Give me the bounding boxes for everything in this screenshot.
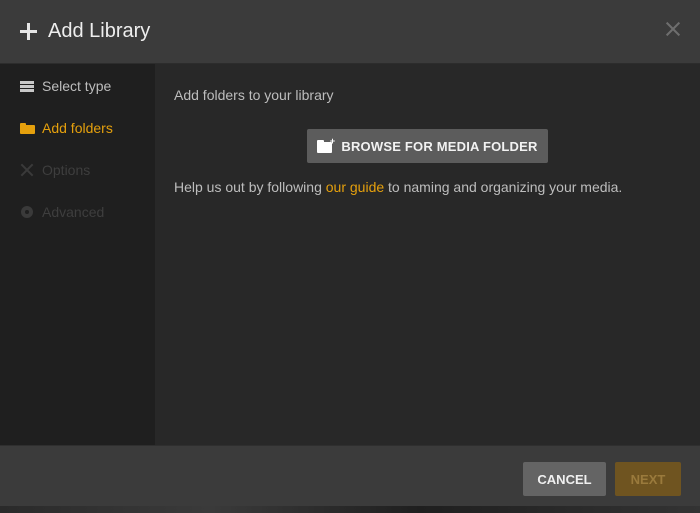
library-stack-icon xyxy=(20,79,34,93)
sidebar-item-label: Add folders xyxy=(42,120,113,136)
next-button[interactable]: NEXT xyxy=(615,462,681,496)
browse-button-label: BROWSE FOR MEDIA FOLDER xyxy=(341,138,538,154)
dialog-header: Add Library xyxy=(0,0,700,64)
folder-icon xyxy=(20,121,35,135)
main-content: Add folders to your library + BROWSE FOR… xyxy=(155,64,700,445)
sidebar-item-add-folders[interactable]: Add folders xyxy=(20,118,113,138)
help-suffix: to naming and organizing your media. xyxy=(384,179,623,195)
help-text: Help us out by following our guide to na… xyxy=(174,179,622,195)
close-icon[interactable] xyxy=(666,22,680,36)
sidebar-item-select-type[interactable]: Select type xyxy=(20,76,111,96)
add-folder-icon: + xyxy=(317,136,335,153)
help-prefix: Help us out by following xyxy=(174,179,326,195)
plus-icon xyxy=(20,23,37,40)
dialog-footer: CANCEL NEXT xyxy=(0,445,700,506)
gear-icon xyxy=(20,205,34,219)
sidebar-item-label: Options xyxy=(42,162,91,178)
intro-text: Add folders to your library xyxy=(174,87,334,103)
background-strip xyxy=(0,506,700,513)
dialog-title: Add Library xyxy=(48,20,151,42)
sidebar-item-label: Advanced xyxy=(42,204,105,220)
wrench-icon xyxy=(20,163,34,177)
guide-link[interactable]: our guide xyxy=(326,179,384,195)
cancel-button[interactable]: CANCEL xyxy=(523,462,606,496)
add-library-dialog: Add Library Select type Add folders Opti… xyxy=(0,0,700,506)
wizard-sidebar: Select type Add folders Options Advanced xyxy=(0,64,155,445)
browse-media-folder-button[interactable]: + BROWSE FOR MEDIA FOLDER xyxy=(307,129,548,163)
sidebar-item-label: Select type xyxy=(42,78,112,94)
sidebar-item-advanced: Advanced xyxy=(20,202,104,222)
sidebar-item-options: Options xyxy=(20,160,90,180)
